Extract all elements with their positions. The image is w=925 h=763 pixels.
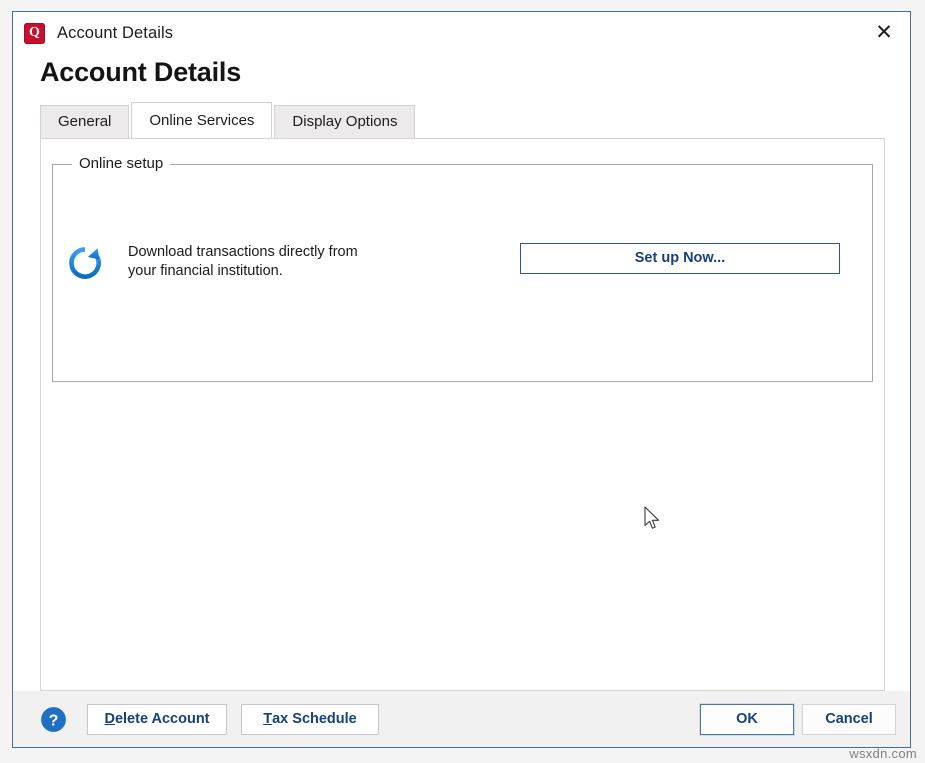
online-setup-groupbox: Online setup Download transactions direc… — [52, 154, 873, 382]
tab-strip: General Online Services Display Options — [13, 101, 910, 138]
quicken-logo-glyph: Q — [29, 25, 40, 40]
online-setup-legend: Online setup — [72, 154, 171, 172]
page-header: Account Details — [13, 54, 910, 102]
set-up-now-button[interactable]: Set up Now... — [520, 242, 840, 274]
delete-account-label: elete Account — [114, 711, 210, 727]
delete-account-accelerator: D — [104, 711, 115, 727]
account-details-dialog: Q Account Details ✕ Account Details Gene… — [12, 11, 911, 748]
close-icon[interactable]: ✕ — [858, 12, 910, 53]
refresh-circular-arrow-icon — [67, 245, 103, 281]
online-setup-row: Download transactions directly from your… — [67, 242, 852, 282]
title-bar: Q Account Details ✕ — [13, 12, 910, 54]
online-setup-description: Download transactions directly from your… — [128, 243, 358, 279]
tab-content-panel: Online setup Download transactions direc… — [40, 137, 885, 691]
dialog-footer: ? Delete Account Tax Schedule OK Cancel — [13, 691, 910, 747]
tax-schedule-label: ax Schedule — [272, 711, 357, 727]
tab-online-services[interactable]: Online Services — [131, 101, 273, 138]
ok-button[interactable]: OK — [700, 703, 794, 735]
tab-display-options[interactable]: Display Options — [274, 104, 416, 138]
tax-schedule-accelerator: T — [263, 711, 273, 727]
site-watermark: wsxdn.com — [849, 746, 917, 761]
cancel-button[interactable]: Cancel — [802, 703, 896, 735]
footer-confirm-group: OK Cancel — [700, 703, 896, 735]
window-title: Account Details — [57, 23, 174, 42]
setup-button-container: Set up Now... — [520, 242, 852, 274]
tax-schedule-button[interactable]: Tax Schedule — [241, 703, 379, 735]
screenshot-root: Q Account Details ✕ Account Details Gene… — [0, 0, 925, 763]
mouse-pointer — [644, 506, 662, 532]
help-question-icon[interactable]: ? — [40, 706, 67, 733]
tab-general[interactable]: General — [40, 104, 130, 138]
delete-account-button[interactable]: Delete Account — [87, 703, 227, 735]
svg-text:?: ? — [49, 712, 59, 729]
page-title: Account Details — [40, 57, 242, 87]
quicken-logo-icon: Q — [24, 22, 45, 44]
